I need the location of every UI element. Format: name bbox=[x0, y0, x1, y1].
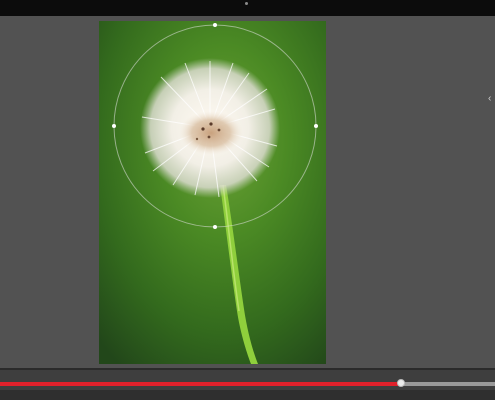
timeline-track[interactable] bbox=[0, 379, 495, 387]
panel-divider bbox=[0, 368, 495, 370]
selection-handle-bottom[interactable] bbox=[213, 225, 217, 229]
editor-canvas[interactable]: ‹ bbox=[0, 16, 495, 368]
selection-handle-right[interactable] bbox=[314, 124, 318, 128]
selection-handle-top[interactable] bbox=[213, 23, 217, 27]
playback-panel bbox=[0, 368, 495, 400]
photo-preview[interactable] bbox=[99, 21, 326, 364]
image-editor-window: ‹ bbox=[0, 0, 495, 400]
dandelion-image bbox=[99, 21, 326, 364]
top-grip-icon[interactable] bbox=[245, 2, 248, 5]
selection-handle-left[interactable] bbox=[112, 124, 116, 128]
timeline-scrubber[interactable] bbox=[396, 379, 405, 387]
dandelion-fluff bbox=[140, 58, 280, 198]
top-toolbar bbox=[0, 0, 495, 16]
timeline-progress bbox=[0, 382, 401, 386]
bottom-strip bbox=[0, 390, 495, 400]
chevron-handle-icon[interactable]: ‹ bbox=[488, 94, 495, 104]
